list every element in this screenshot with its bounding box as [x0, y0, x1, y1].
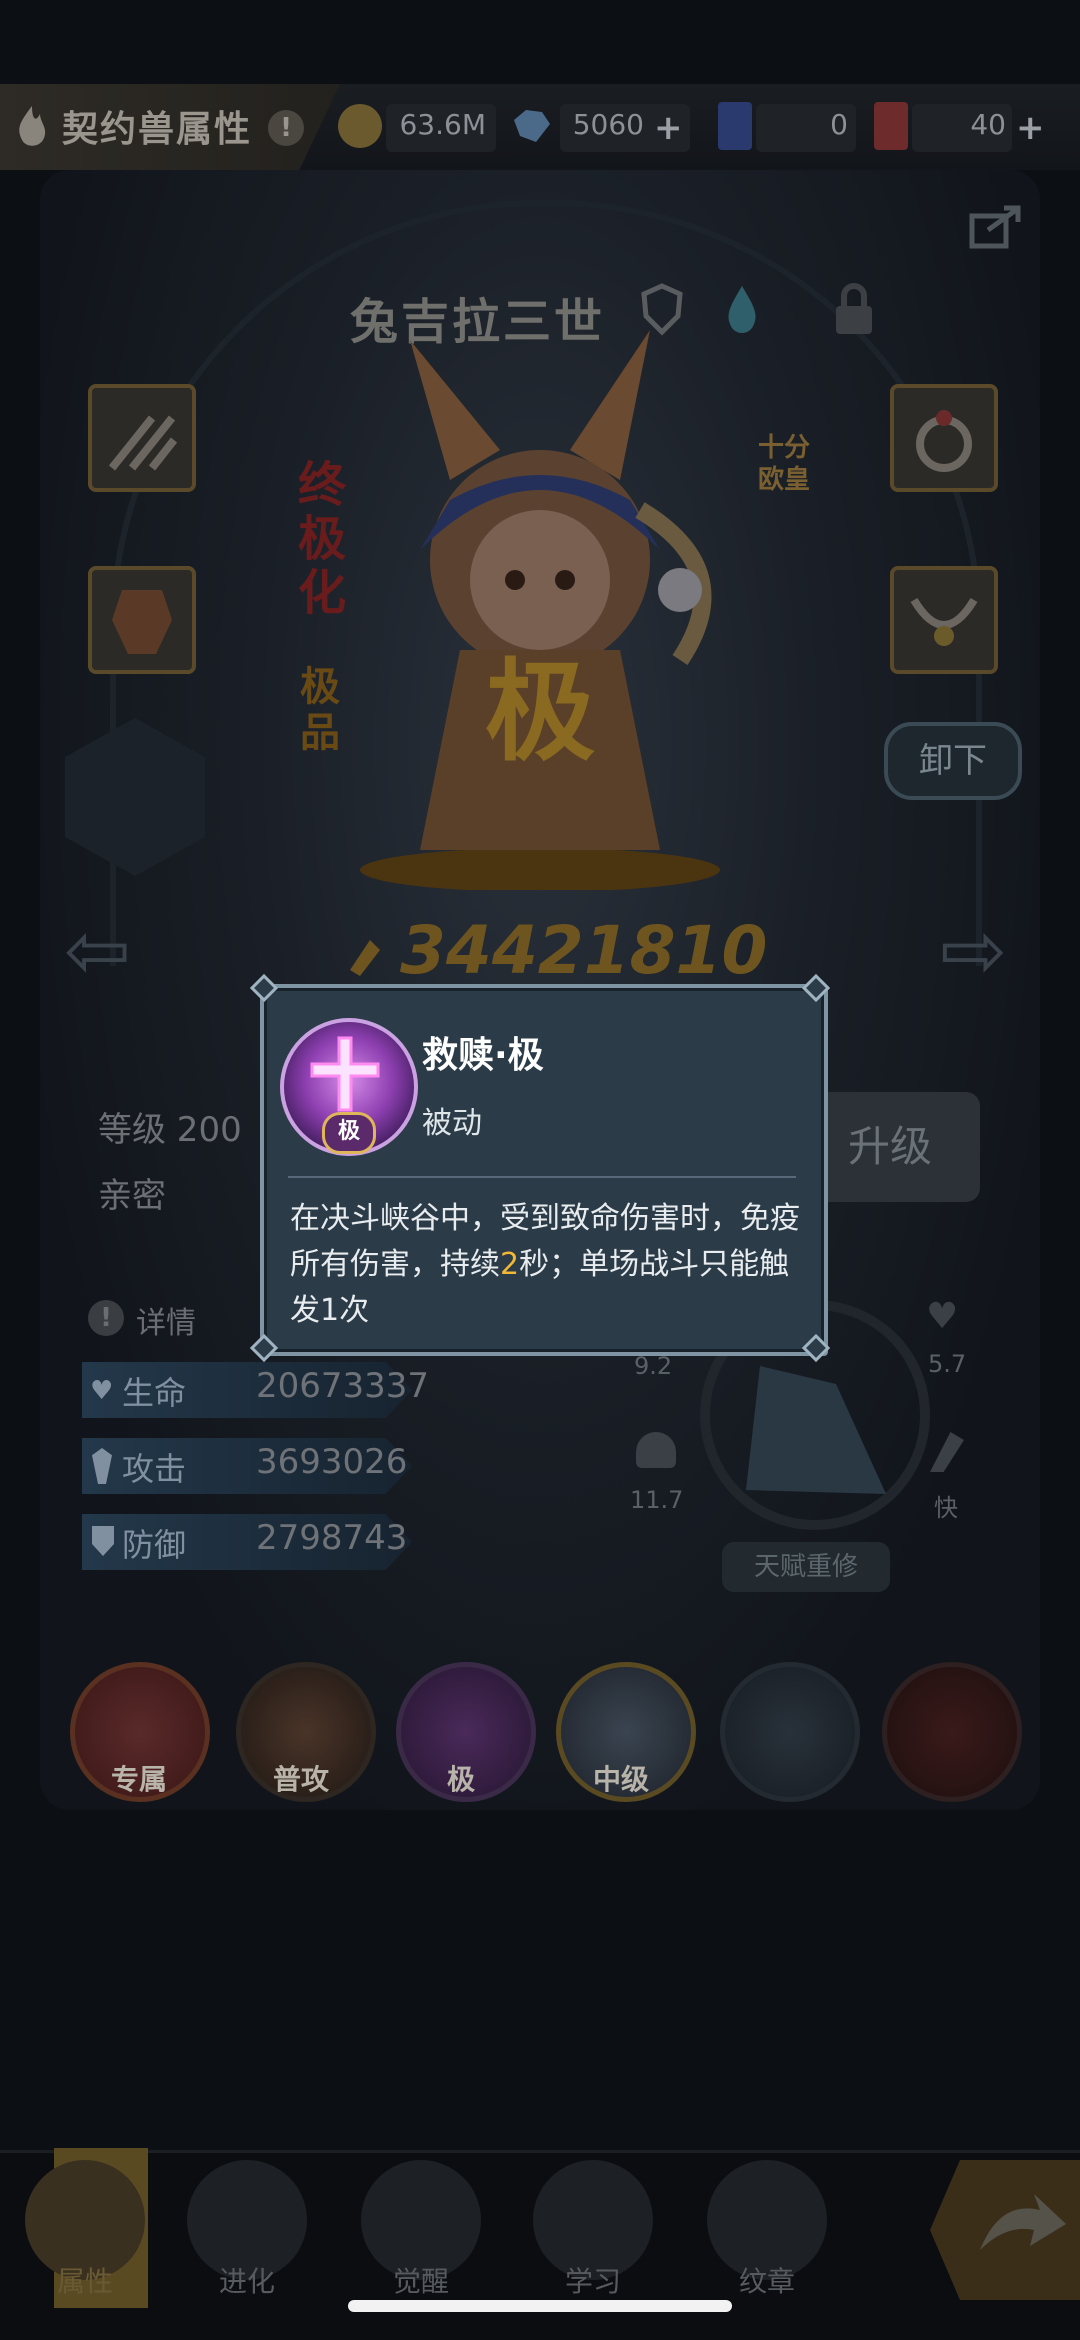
armor-icon — [112, 590, 172, 654]
necklace-slot[interactable] — [890, 566, 998, 674]
forward-arrow-icon — [980, 2194, 1066, 2250]
skill-intermediate-label: 中级 — [592, 1763, 649, 1796]
radar-value-bottom-right: 快 — [934, 1494, 958, 1522]
svg-text:极: 极 — [485, 648, 595, 776]
ring-icon — [916, 410, 972, 472]
nav-evolve-label: 进化 — [218, 2265, 275, 2298]
stat-label-attack: 攻击 — [122, 1450, 187, 1488]
weapon-slot[interactable] — [88, 384, 196, 492]
intimacy-label: 亲密 — [98, 1176, 166, 1216]
cross-icon — [300, 1030, 390, 1120]
radar-heart-icon: ♥ — [926, 1296, 959, 1337]
skill-type: 被动 — [422, 1106, 482, 1141]
lucky-badge: 十分 欧皇 — [757, 433, 810, 495]
ring-slot[interactable] — [890, 384, 998, 492]
power-value: 34421810 — [400, 912, 768, 989]
radar-shape — [740, 1360, 900, 1500]
nav-awaken-label: 觉醒 — [392, 2265, 449, 2298]
go-button[interactable] — [930, 2160, 1080, 2300]
stat-value-defense: 2798743 — [256, 1518, 408, 1558]
stat-label-defense: 防御 — [122, 1526, 187, 1564]
page-title: 契约兽属性 — [62, 109, 253, 150]
previous-pet-arrow[interactable]: ⇦ — [64, 904, 131, 997]
nav-learn-label: 学习 — [564, 2265, 621, 2298]
gem-amount: 5060 — [572, 108, 644, 141]
add-card-button[interactable]: + — [1016, 108, 1045, 148]
nav-attributes-label: 属性 — [56, 2265, 113, 2298]
nav-learn[interactable]: 学习 — [528, 2160, 658, 2320]
nav-emblem-label: 纹章 — [738, 2265, 795, 2298]
details-icon[interactable]: ! — [88, 1300, 124, 1336]
skill-description: 在决斗峡谷中，受到致命伤害时，免疫所有伤害，持续2秒；单场战斗只能触发1次 — [290, 1196, 800, 1334]
desc-highlight-duration: 2 — [500, 1247, 520, 1282]
gold-amount: 63.6M — [399, 108, 486, 141]
info-icon[interactable]: ! — [268, 110, 304, 146]
card-red-icon — [874, 102, 908, 150]
armor-slot[interactable] — [88, 566, 196, 674]
nav-awaken[interactable]: 觉醒 — [356, 2160, 486, 2320]
lock-icon[interactable] — [832, 282, 876, 338]
nav-evolve[interactable]: 进化 — [182, 2160, 312, 2320]
card-red-amount: 40 — [970, 108, 1006, 141]
home-indicator — [348, 2300, 732, 2312]
radar-value-top-right: 5.7 — [928, 1350, 967, 1378]
card-blue-amount: 0 — [830, 108, 848, 141]
radar-value-top-left: 9.2 — [634, 1352, 673, 1380]
skill-name: 救赎·极 — [422, 1035, 544, 1076]
premium-badge: 极品 — [300, 664, 340, 756]
unload-button[interactable]: 卸下 — [884, 722, 1022, 800]
heart-icon: ♥ — [90, 1376, 114, 1406]
skill-locked-crest[interactable] — [882, 1662, 1022, 1802]
gem-icon — [508, 106, 554, 146]
radar-mushroom-icon — [636, 1432, 676, 1468]
skill-ultimate-label: 极 — [446, 1763, 475, 1796]
ultimate-badge: 终极化 — [297, 457, 346, 621]
radar-value-bottom-left: 11.7 — [630, 1486, 684, 1514]
claw-icon — [108, 415, 178, 471]
stat-label-hp: 生命 — [122, 1374, 187, 1412]
next-pet-arrow[interactable]: ⇨ — [940, 904, 1007, 997]
skill-normal-attack-label: 普攻 — [272, 1763, 329, 1796]
flame-icon — [12, 104, 52, 148]
pet-character-illustration: 极 — [300, 330, 780, 892]
skill-grade-tag: 极 — [322, 1112, 376, 1154]
power-icon — [340, 930, 390, 980]
nav-emblem[interactable]: 纹章 — [702, 2160, 832, 2320]
nav-attributes[interactable]: 属性 — [20, 2160, 150, 2320]
share-icon[interactable] — [968, 200, 1024, 250]
add-gem-button[interactable]: + — [654, 108, 683, 148]
stat-value-hp: 20673337 — [256, 1366, 430, 1406]
card-blue-icon — [718, 102, 752, 150]
talent-reset-button[interactable]: 天赋重修 — [722, 1542, 890, 1592]
necklace-icon — [910, 597, 978, 646]
skill-exclusive-label: 专属 — [110, 1763, 167, 1796]
details-label[interactable]: 详情 — [136, 1298, 196, 1342]
hexagon-emblem — [50, 712, 220, 882]
skill-locked-wings[interactable] — [720, 1662, 860, 1802]
stat-value-attack: 3693026 — [256, 1442, 408, 1482]
level-label: 等级 200 — [98, 1110, 242, 1150]
popup-divider — [288, 1176, 796, 1178]
gold-coin-icon — [338, 104, 382, 148]
